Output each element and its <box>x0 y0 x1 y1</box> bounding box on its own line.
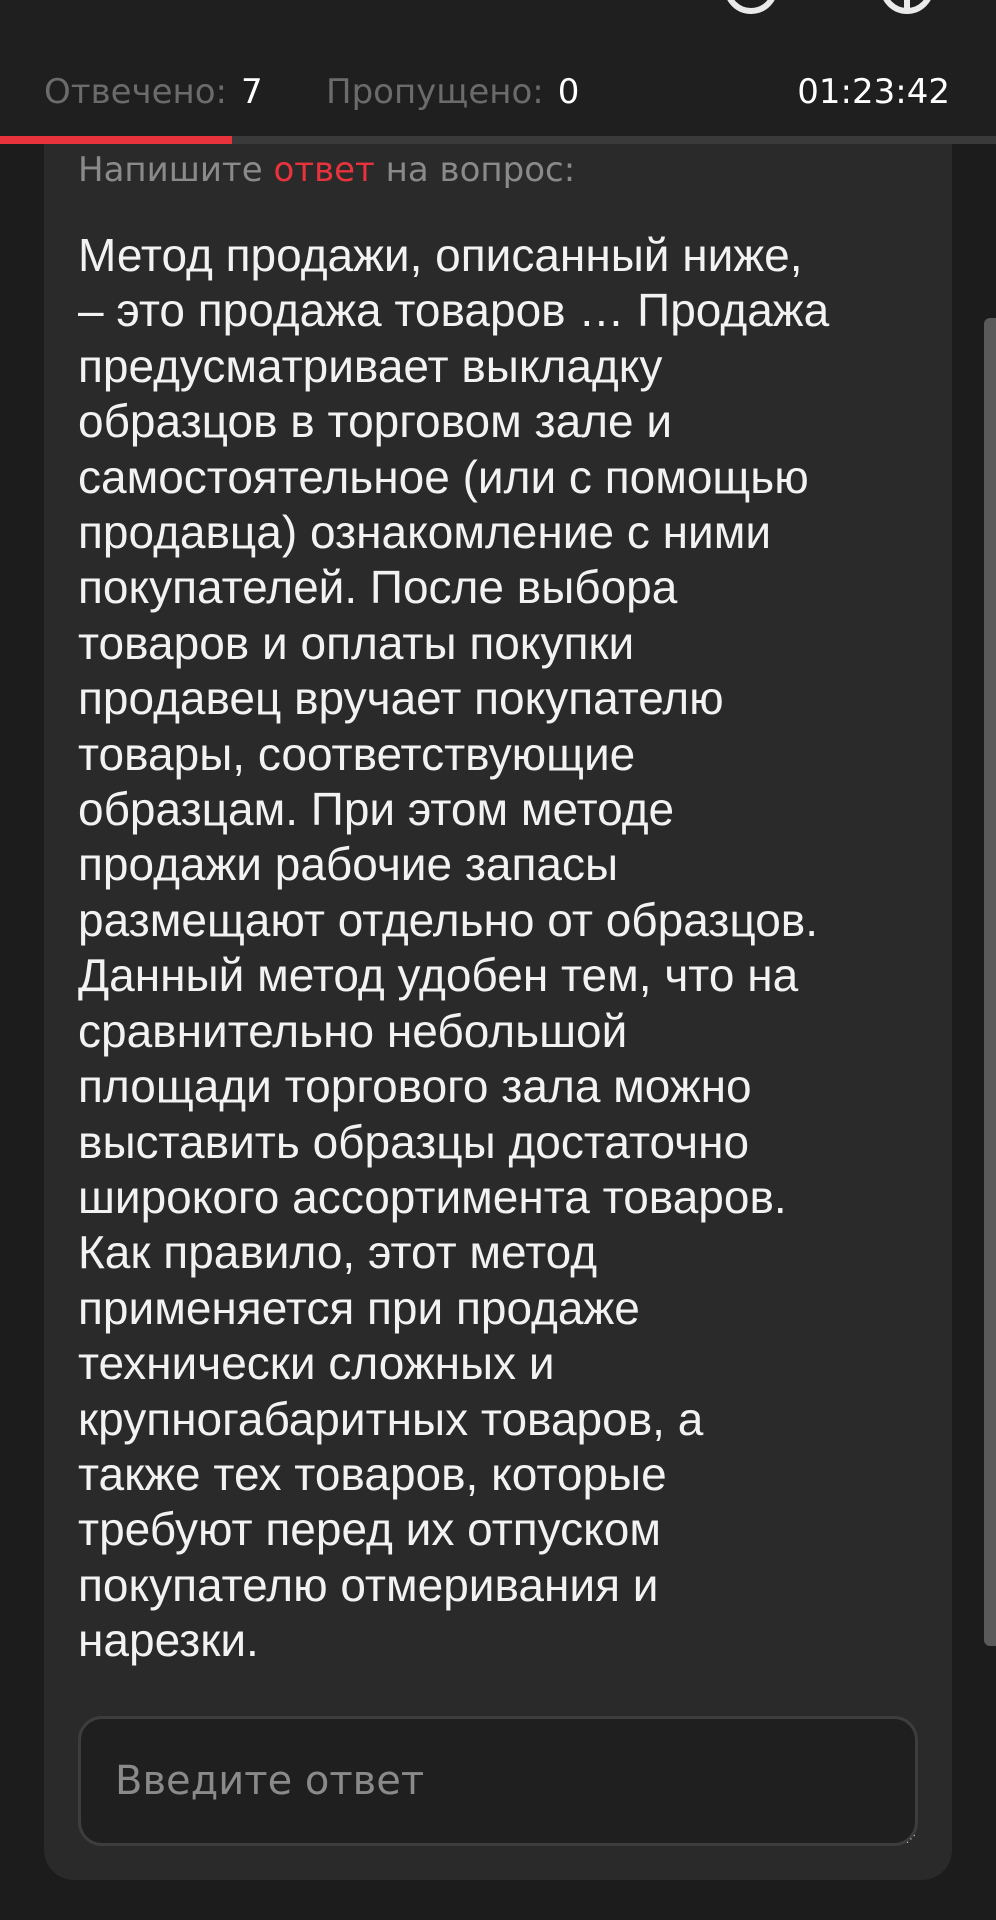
progress-fill <box>0 136 233 144</box>
skipped-value: 0 <box>557 72 580 112</box>
answered-label: Отвечено: <box>44 72 228 112</box>
stats-bar: Отвечено: 7 Пропущено: 0 01:23:42 <box>0 62 996 122</box>
scrollbar[interactable] <box>984 318 996 1646</box>
timer-icon[interactable] <box>724 0 778 14</box>
answered-value: 7 <box>241 72 263 112</box>
progress-bar <box>0 136 996 144</box>
skipped-counter: Пропущено: 0 <box>326 62 579 122</box>
elapsed-timer: 01:23:42 <box>797 72 950 112</box>
question-prompt: Напишите ответ на вопрос: <box>78 146 575 194</box>
question-card: Напишите ответ на вопрос: Метод продажи,… <box>44 144 952 1880</box>
skipped-label: Пропущено: <box>326 72 544 112</box>
globe-icon[interactable] <box>880 0 934 14</box>
prompt-after: на вопрос: <box>385 150 576 190</box>
question-text: Метод продажи, описанный ниже, – это про… <box>78 229 830 1667</box>
resize-handle-icon[interactable]: ⋰ <box>906 1835 916 1845</box>
prompt-accent: ответ <box>273 150 375 190</box>
answer-input[interactable] <box>78 1716 918 1846</box>
top-bar: Отвечено: 7 Пропущено: 0 01:23:42 <box>0 0 996 136</box>
answered-counter: Отвечено: 7 <box>44 62 263 122</box>
prompt-before: Напишите <box>78 150 263 190</box>
